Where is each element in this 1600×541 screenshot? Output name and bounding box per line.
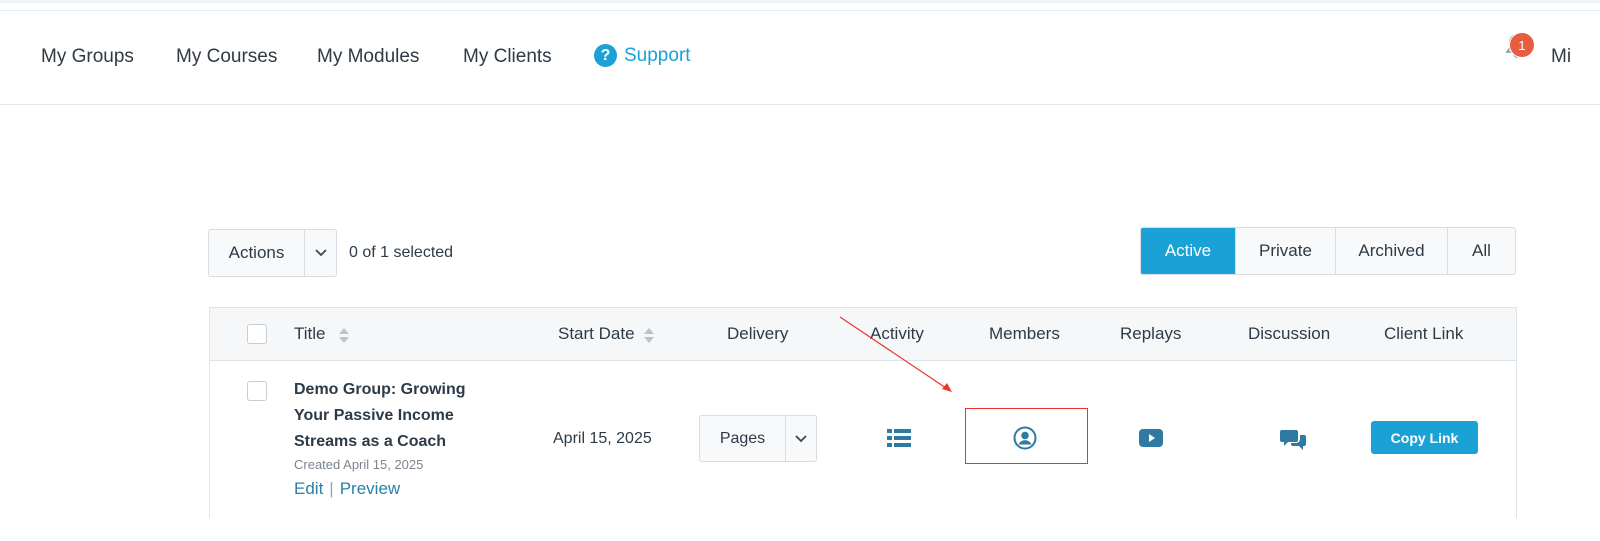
delivery-caret[interactable]	[786, 416, 816, 461]
sort-icon[interactable]	[339, 328, 349, 344]
nav-my-courses[interactable]: My Courses	[176, 46, 277, 68]
header-discussion: Discussion	[1248, 324, 1331, 343]
header-start-date[interactable]: Start Date	[558, 324, 635, 344]
discussion-chat-icon[interactable]	[1280, 428, 1306, 452]
actions-button[interactable]: Actions	[209, 230, 305, 276]
sort-icon[interactable]	[644, 328, 654, 344]
top-strip	[0, 0, 1600, 11]
notification-badge: 1	[1509, 32, 1535, 58]
chevron-down-icon	[795, 434, 807, 442]
header-delivery: Delivery	[727, 324, 789, 343]
nav-my-groups[interactable]: My Groups	[41, 46, 134, 68]
groups-table: Title Start Date Delivery Activity Membe…	[209, 307, 1517, 518]
nav-my-clients[interactable]: My Clients	[463, 46, 552, 68]
replays-video-icon[interactable]	[1139, 429, 1163, 447]
row-actions: Edit | Preview	[294, 479, 400, 499]
support-label: Support	[624, 44, 691, 66]
link-separator: |	[329, 479, 334, 498]
preview-link[interactable]: Preview	[340, 479, 400, 498]
delivery-button[interactable]: Pages	[700, 416, 786, 461]
filter-private[interactable]: Private	[1235, 228, 1335, 274]
status-filter-group: Active Private Archived All	[1140, 227, 1516, 275]
header-activity: Activity	[870, 324, 924, 343]
help-icon: ?	[594, 44, 617, 67]
copy-link-button[interactable]: Copy Link	[1371, 421, 1478, 454]
filter-all[interactable]: All	[1447, 228, 1515, 274]
start-date: April 15, 2025	[553, 430, 652, 447]
nav-my-modules[interactable]: My Modules	[317, 46, 419, 68]
activity-list-icon[interactable]	[887, 428, 911, 448]
chevron-down-icon	[314, 249, 327, 257]
nav-support[interactable]: ? Support	[594, 44, 691, 67]
header-title[interactable]: Title	[294, 324, 326, 344]
select-all-checkbox[interactable]	[247, 324, 267, 344]
header-members: Members	[989, 324, 1060, 343]
edit-link[interactable]: Edit	[294, 479, 323, 498]
actions-dropdown[interactable]: Actions	[208, 229, 337, 277]
group-title[interactable]: Demo Group: Growing Your Passive Income …	[294, 377, 484, 455]
filter-archived[interactable]: Archived	[1335, 228, 1447, 274]
user-menu[interactable]: Mi	[1551, 46, 1571, 68]
actions-caret[interactable]	[305, 230, 336, 276]
created-date: Created April 15, 2025	[294, 457, 424, 472]
selection-count: 0 of 1 selected	[349, 244, 454, 261]
top-navigation: My Groups My Courses My Modules My Clien…	[0, 11, 1600, 105]
highlight-box	[965, 408, 1088, 464]
row-checkbox[interactable]	[247, 381, 267, 401]
delivery-dropdown[interactable]: Pages	[699, 415, 817, 462]
filter-active[interactable]: Active	[1141, 228, 1235, 274]
table-header: Title Start Date Delivery Activity Membe…	[210, 308, 1516, 361]
header-replays: Replays	[1120, 324, 1182, 343]
header-client-link: Client Link	[1384, 324, 1464, 343]
